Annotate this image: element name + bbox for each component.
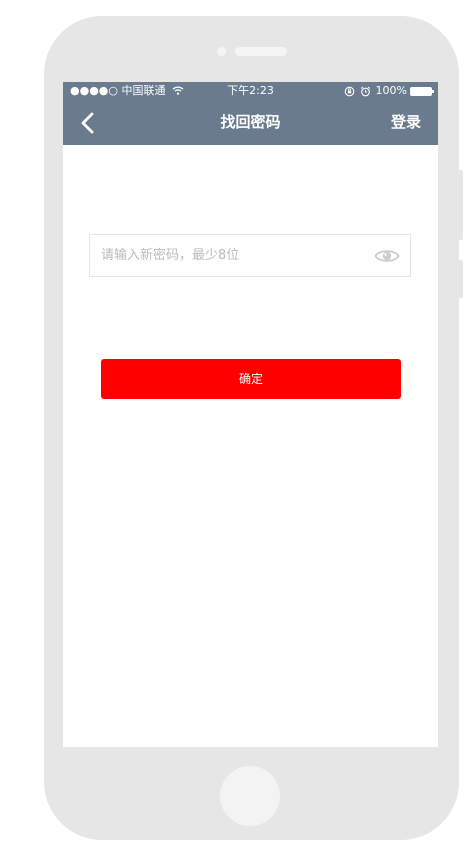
- status-right: 100%: [344, 82, 434, 100]
- alarm-icon: [360, 86, 370, 96]
- login-link[interactable]: 登录: [391, 100, 421, 145]
- battery-percent: 100%: [375, 84, 407, 97]
- volume-button: [457, 170, 463, 240]
- page-title: 找回密码: [220, 113, 281, 131]
- eye-icon[interactable]: [374, 246, 400, 266]
- navigation-bar: 找回密码 登录: [63, 100, 438, 145]
- battery-icon: [410, 86, 434, 96]
- status-bar: ●●●●○ 中国联通 下午2:23 100%: [63, 82, 438, 100]
- front-camera: [217, 47, 226, 56]
- confirm-button[interactable]: 确定: [101, 359, 401, 399]
- new-password-input[interactable]: [101, 235, 361, 276]
- home-button[interactable]: [220, 766, 280, 826]
- power-button: [457, 260, 463, 298]
- rotation-lock-icon: [344, 86, 354, 96]
- earpiece-speaker: [235, 47, 287, 56]
- phone-screen: ●●●●○ 中国联通 下午2:23 100% 找回密码 登录 确定: [63, 82, 438, 747]
- new-password-field: [89, 234, 411, 277]
